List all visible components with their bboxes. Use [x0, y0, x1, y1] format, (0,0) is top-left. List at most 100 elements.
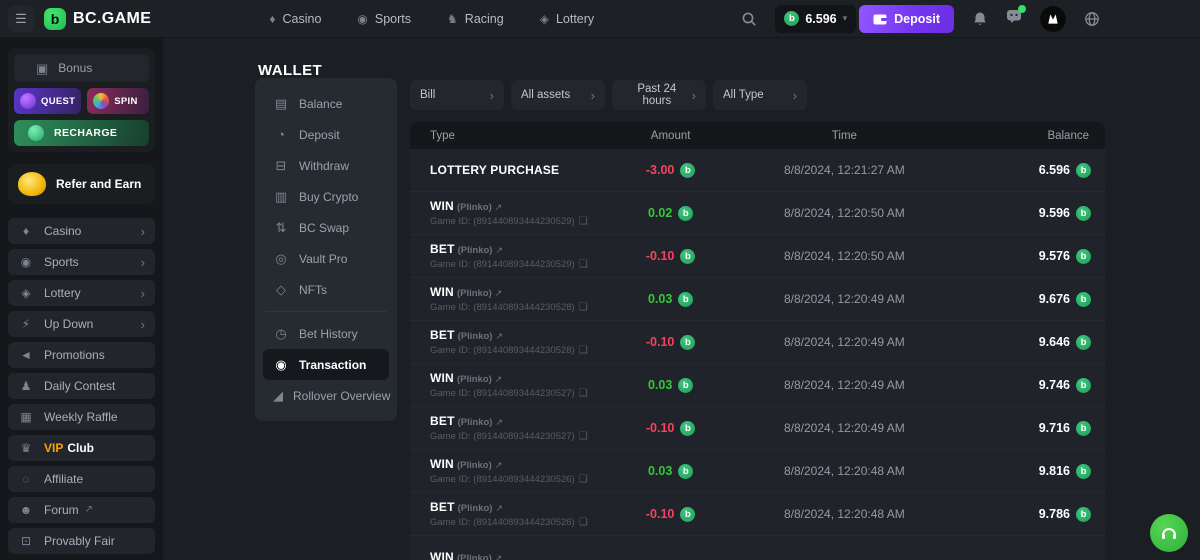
wallet-menu-item[interactable]: ◇ NFTs	[263, 274, 389, 305]
sidebar-item-label: Sports	[44, 255, 79, 269]
game-link-icon[interactable]: ↗	[495, 332, 503, 341]
filter-dropdown[interactable]: Bill ›	[410, 80, 504, 110]
hamburger-menu-button[interactable]: ☰	[8, 6, 34, 32]
game-link-icon[interactable]: ↗	[495, 418, 503, 427]
topnav-item[interactable]: ♦ Casino	[269, 12, 321, 26]
wallet-menu-item[interactable]: ◎ Vault Pro	[263, 243, 389, 274]
game-link-icon[interactable]: ↗	[495, 504, 503, 513]
game-id-line: Game ID: (891440893444230527) ❏	[430, 431, 619, 442]
sidebar-menu-item[interactable]: ◌ Affiliate	[8, 466, 155, 492]
sidebar-menu-item[interactable]: ◄ Promotions	[8, 342, 155, 368]
game-link-icon[interactable]: ↗	[495, 203, 503, 212]
avatar[interactable]	[1040, 6, 1066, 32]
copy-icon[interactable]: ❏	[579, 389, 588, 399]
amount-cell: 0.03 b	[619, 292, 723, 307]
sidebar-menu-item[interactable]: ▦ Weekly Raffle	[8, 404, 155, 430]
sidebar-menu-item[interactable]: ♟ Daily Contest	[8, 373, 155, 399]
topbar: ☰ b BC.GAME ♦ Casino ◉ Sports ♞ Racing ◈…	[0, 0, 1200, 38]
game-link-icon[interactable]: ↗	[495, 289, 503, 298]
spin-button[interactable]: SPIN	[87, 88, 149, 114]
game-name: (Plinko)	[458, 503, 493, 514]
topnav-item[interactable]: ◈ Lottery	[540, 12, 594, 26]
copy-icon[interactable]: ❏	[579, 346, 588, 356]
balance-value: 9.646	[1039, 335, 1070, 349]
chat-button[interactable]	[1006, 8, 1022, 29]
bonus-button[interactable]: ▣ Bonus	[14, 54, 149, 82]
wallet-menu-item[interactable]: ◷ Bet History	[263, 318, 389, 349]
sidebar-item-icon: ⚡	[18, 318, 34, 330]
wallet-menu-item[interactable]: ◉ Transaction	[263, 349, 389, 380]
brand-name: BC.GAME	[73, 10, 151, 28]
game-link-icon[interactable]: ↗	[495, 461, 503, 470]
sidebar-menu-item[interactable]: ◉ Sports ›	[8, 249, 155, 275]
transaction-type: BET	[430, 242, 455, 256]
balance-selector[interactable]: b 6.596 ▾	[775, 5, 856, 33]
quest-button[interactable]: QUEST	[14, 88, 81, 114]
sidebar-menu-item[interactable]: ⊡ Provably Fair	[8, 528, 155, 554]
wallet-menu-item[interactable]: ◢ Rollover Overview	[263, 380, 389, 411]
balance-value: 9.596	[1039, 206, 1070, 220]
game-name: (Plinko)	[458, 331, 493, 342]
filter-dropdown[interactable]: All assets ›	[511, 80, 605, 110]
left-sidebar: ▣ Bonus QUEST SPIN RECHARGE Refer and Ea…	[0, 38, 163, 560]
sidebar-menu-item[interactable]: ♛ VIP Club	[8, 435, 155, 461]
wallet-item-icon: ⊟	[273, 159, 289, 172]
wallet-item-label: BC Swap	[299, 221, 349, 235]
game-link-icon[interactable]: ↗	[495, 554, 503, 560]
sidebar-menu-item[interactable]: ⚡ Up Down ›	[8, 311, 155, 337]
sidebar-menu-item[interactable]: ◈ Lottery ›	[8, 280, 155, 306]
refer-and-earn-button[interactable]: Refer and Earn	[8, 164, 155, 204]
quest-label: QUEST	[41, 96, 75, 107]
game-id-line: Game ID: (891440893444230529) ❏	[430, 216, 619, 227]
wallet-menu-item[interactable]: ▤ Balance	[263, 88, 389, 119]
wallet-menu-item[interactable]: ⊟ Withdraw	[263, 150, 389, 181]
transaction-type: LOTTERY PURCHASE	[430, 163, 559, 177]
transaction-type: BET	[430, 328, 455, 342]
language-globe-icon[interactable]	[1084, 11, 1100, 27]
amount-cell: 0.03 b	[619, 378, 723, 393]
recharge-button[interactable]: RECHARGE	[14, 120, 149, 146]
wallet-menu-item[interactable]: ◔ Deposit	[263, 119, 389, 150]
sidebar-item-icon: ♟	[18, 380, 34, 392]
copy-icon[interactable]: ❏	[579, 217, 588, 227]
search-icon[interactable]	[741, 11, 757, 27]
game-link-icon[interactable]: ↗	[495, 246, 503, 255]
deposit-button[interactable]: Deposit	[859, 5, 954, 33]
time-cell: 8/8/2024, 12:21:27 AM	[723, 163, 966, 177]
notifications-bell-icon[interactable]	[972, 11, 988, 27]
recharge-label: RECHARGE	[54, 127, 117, 139]
wallet-menu-item[interactable]: ⇅ BC Swap	[263, 212, 389, 243]
game-id: Game ID: (891440893444230529)	[430, 216, 575, 227]
balance-value: 9.676	[1039, 292, 1070, 306]
game-link-icon[interactable]: ↗	[495, 375, 503, 384]
topnav-item[interactable]: ◉ Sports	[357, 12, 411, 26]
spin-label: SPIN	[114, 96, 137, 107]
wallet-menu-item[interactable]: ▥ Buy Crypto	[263, 181, 389, 212]
sidebar-menu-item[interactable]: ♦ Casino ›	[8, 218, 155, 244]
support-chat-button[interactable]	[1150, 514, 1188, 552]
main-nav: ♦ Casino ◉ Sports ♞ Racing ◈ Lottery	[269, 12, 594, 26]
filter-dropdown[interactable]: All Type ›	[713, 80, 807, 110]
time-cell: 8/8/2024, 12:20:48 AM	[723, 464, 966, 478]
sidebar-item-label: Forum	[44, 503, 79, 517]
topbar-right: b 6.596 ▾ Deposit	[741, 5, 1100, 33]
copy-icon[interactable]: ❏	[579, 260, 588, 270]
refer-label: Refer and Earn	[56, 177, 141, 191]
bc-game-logo[interactable]: b BC.GAME	[44, 8, 151, 30]
nav-item-label: Sports	[375, 12, 411, 26]
copy-icon[interactable]: ❏	[579, 432, 588, 442]
wallet-item-icon: ⇅	[273, 221, 289, 234]
sidebar-menu-item[interactable]: ☻ Forum ↗	[8, 497, 155, 523]
bc-coin-icon: b	[680, 249, 695, 264]
table-row: BET (Plinko) ↗ Game ID: (891440893444230…	[410, 407, 1105, 450]
bonus-panel: ▣ Bonus QUEST SPIN RECHARGE	[8, 48, 155, 152]
topnav-item[interactable]: ♞ Racing	[447, 12, 504, 26]
table-header: Type Amount Time Balance	[410, 122, 1105, 149]
bc-coin-icon: b	[678, 206, 693, 221]
game-name: (Plinko)	[458, 245, 493, 256]
copy-icon[interactable]: ❏	[579, 303, 588, 313]
copy-icon[interactable]: ❏	[579, 475, 588, 485]
filter-dropdown[interactable]: Past 24 hours ›	[612, 80, 706, 110]
copy-icon[interactable]: ❏	[579, 518, 588, 528]
table-body: LOTTERY PURCHASE -3.00 b 8/8/2024, 12:21…	[410, 149, 1105, 560]
